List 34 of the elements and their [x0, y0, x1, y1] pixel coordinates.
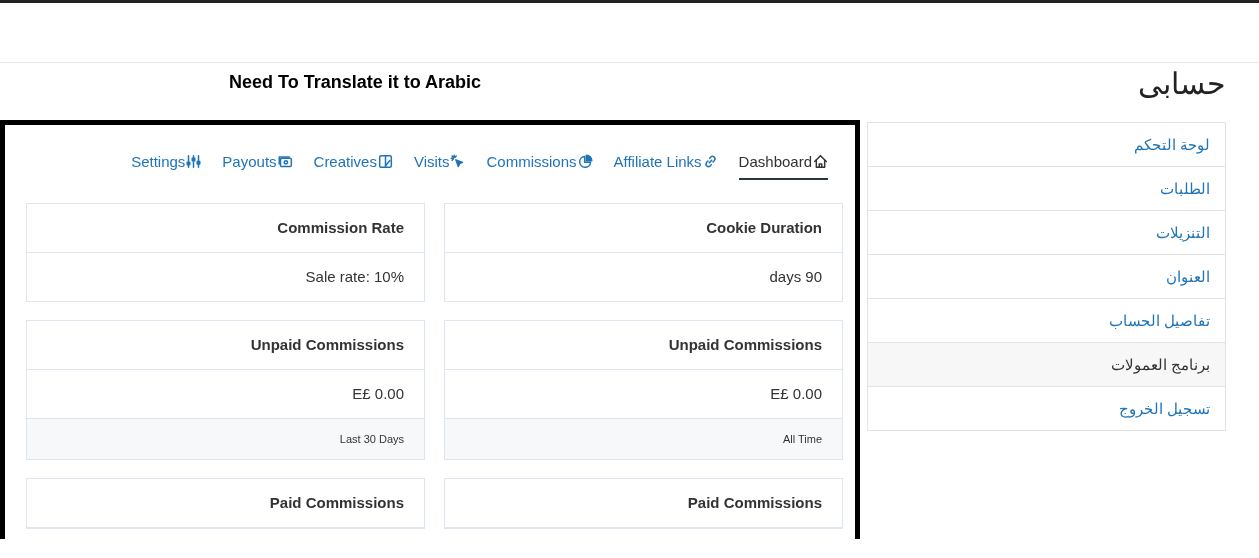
card-value: days 90 [768, 267, 823, 287]
menu-item[interactable]: تسجيل الخروج [868, 387, 1225, 430]
tab[interactable]: Settings [131, 147, 202, 180]
menu-item[interactable]: العنوان [868, 255, 1225, 299]
image-card-icon [377, 154, 393, 169]
link-icon [702, 154, 718, 169]
card-footer: All Time [445, 418, 842, 459]
tab[interactable]: Affiliate Links [613, 147, 718, 180]
menu-item[interactable]: التنزيلات [868, 211, 1225, 255]
card-title: Paid Commissions [27, 479, 424, 528]
tab[interactable]: Visits [413, 147, 466, 180]
menu-item[interactable]: برنامج العمولات [868, 343, 1225, 387]
card-value: E£ 0.00 [351, 384, 405, 404]
card-footer: Last 30 Days [27, 418, 424, 459]
card-title: Commission Rate [27, 204, 424, 253]
card-title: Unpaid Commissions [27, 321, 424, 370]
card-value: E£ 0.00 [769, 384, 823, 404]
cursor-click-icon [450, 154, 466, 169]
card-title: Paid Commissions [445, 479, 842, 528]
card-value: Sale rate: 10% [304, 267, 405, 287]
sliders-icon [186, 154, 202, 169]
cash-icon [277, 154, 293, 169]
account-title: حسابى [1137, 66, 1226, 102]
tab[interactable]: Dashboard [738, 147, 828, 180]
tab[interactable]: Payouts [222, 147, 293, 180]
menu-item[interactable]: الطلبات [868, 167, 1225, 211]
card-title: Cookie Duration [445, 204, 842, 253]
pie-chart-icon [577, 154, 593, 169]
tab[interactable]: Creatives [313, 147, 393, 180]
home-icon [813, 154, 828, 169]
menu-item[interactable]: لوحة التحكم [868, 123, 1225, 167]
card-title: Unpaid Commissions [445, 321, 842, 370]
tab[interactable]: Commissions [486, 147, 593, 180]
annotation-text: Need To Translate it to Arabic [228, 71, 483, 94]
